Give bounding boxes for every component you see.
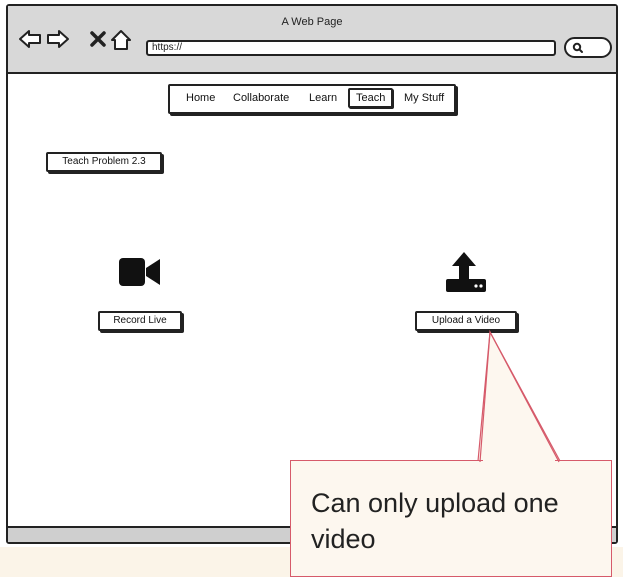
browser-toolbar: A Web Page https:// bbox=[8, 6, 616, 74]
menu-item-collaborate[interactable]: Collaborate bbox=[233, 92, 289, 104]
arrow-right-icon[interactable] bbox=[46, 29, 70, 54]
upload-icon[interactable] bbox=[444, 250, 488, 299]
home-icon[interactable] bbox=[110, 29, 132, 56]
upload-video-button[interactable]: Upload a Video bbox=[415, 311, 517, 331]
menu-item-teach[interactable]: Teach bbox=[348, 88, 394, 108]
nav-menu: Home Collaborate Learn Teach My Stuff bbox=[168, 84, 456, 114]
teach-problem-button[interactable]: Teach Problem 2.3 bbox=[46, 152, 162, 172]
menu-item-home[interactable]: Home bbox=[186, 92, 215, 104]
close-icon[interactable] bbox=[90, 29, 106, 54]
annotation-callout: Can only upload one video bbox=[290, 460, 612, 577]
search-icon bbox=[572, 42, 583, 53]
video-camera-icon[interactable] bbox=[118, 255, 162, 294]
menu-item-learn[interactable]: Learn bbox=[309, 92, 337, 104]
record-live-button[interactable]: Record Live bbox=[98, 311, 182, 331]
window-title: A Web Page bbox=[281, 16, 343, 28]
menu-item-my-stuff[interactable]: My Stuff bbox=[404, 92, 444, 104]
callout-text: Can only upload one video bbox=[311, 488, 559, 554]
url-input[interactable]: https:// bbox=[146, 40, 556, 56]
arrow-left-icon[interactable] bbox=[18, 29, 42, 54]
search-button[interactable] bbox=[564, 37, 612, 58]
